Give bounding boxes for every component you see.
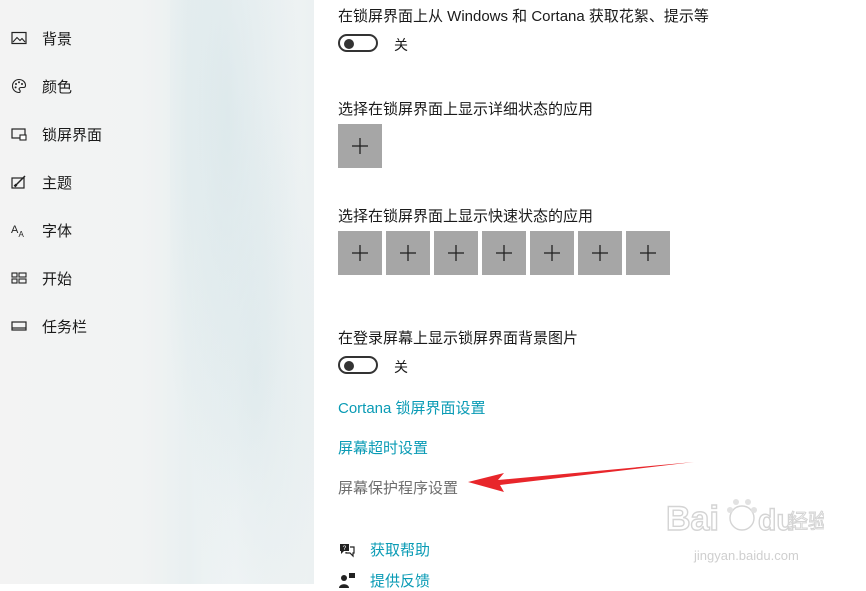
signin-background-heading: 在登录屏幕上显示锁屏界面背景图片 — [338, 330, 579, 347]
cortana-lock-screen-settings-link[interactable]: Cortana 锁屏界面设置 — [338, 397, 486, 418]
sidebar-item-label: 背景 — [42, 30, 73, 48]
sidebar-item-label: 颜色 — [42, 78, 73, 96]
quick-status-add-button-5[interactable] — [530, 231, 574, 275]
image-icon — [10, 29, 28, 47]
toggle-knob — [344, 361, 354, 371]
palette-icon — [10, 77, 28, 95]
toggle-knob — [344, 39, 354, 49]
sidebar: 背景 颜色 锁屏界面 主题 AA 字体 开始 任务栏 — [0, 0, 314, 584]
theme-brush-icon — [10, 173, 28, 191]
sidebar-item-label: 字体 — [42, 222, 73, 240]
plus-icon — [352, 245, 368, 261]
svg-text:?: ? — [343, 545, 347, 552]
plus-icon — [400, 245, 416, 261]
taskbar-icon — [10, 317, 28, 335]
baidu-jingyan-watermark: Bai du 经验 jingyan.baidu.com — [665, 499, 824, 563]
sidebar-item-taskbar[interactable]: 任务栏 — [0, 306, 314, 346]
svg-text:jingyan.baidu.com: jingyan.baidu.com — [693, 548, 799, 563]
plus-icon — [544, 245, 560, 261]
signin-background-toggle[interactable] — [338, 356, 378, 374]
quick-status-add-button-4[interactable] — [482, 231, 526, 275]
plus-icon — [496, 245, 512, 261]
sidebar-item-start[interactable]: 开始 — [0, 258, 314, 298]
feedback-label: 提供反馈 — [370, 573, 431, 590]
cortana-tips-toggle-state: 关 — [394, 37, 408, 53]
quick-status-add-button-7[interactable] — [626, 231, 670, 275]
quick-status-heading: 选择在锁屏界面上显示快速状态的应用 — [338, 208, 594, 225]
svg-text:Bai: Bai — [666, 500, 719, 538]
font-icon: AA — [10, 221, 28, 239]
sidebar-item-fonts[interactable]: AA 字体 — [0, 210, 314, 250]
detailed-status-add-button[interactable] — [338, 124, 382, 168]
sidebar-item-label: 开始 — [42, 270, 73, 288]
svg-text:A: A — [19, 230, 25, 238]
plus-icon — [352, 138, 368, 154]
detailed-status-heading: 选择在锁屏界面上显示详细状态的应用 — [338, 101, 594, 118]
quick-status-add-button-2[interactable] — [386, 231, 430, 275]
plus-icon — [448, 245, 464, 261]
get-help-label: 获取帮助 — [370, 542, 431, 559]
screensaver-settings-link[interactable]: 屏幕保护程序设置 — [338, 477, 458, 498]
sidebar-item-themes[interactable]: 主题 — [0, 162, 314, 202]
help-chat-icon: ? — [340, 543, 355, 557]
quick-status-add-button-3[interactable] — [434, 231, 478, 275]
sidebar-item-background[interactable]: 背景 — [0, 18, 314, 58]
get-help-link[interactable]: ? 获取帮助 — [338, 539, 430, 560]
svg-text:经验: 经验 — [788, 509, 824, 533]
sidebar-item-label: 锁屏界面 — [42, 126, 103, 144]
screen-timeout-settings-link[interactable]: 屏幕超时设置 — [338, 437, 428, 458]
sidebar-item-color[interactable]: 颜色 — [0, 66, 314, 106]
feedback-link[interactable]: 提供反馈 — [338, 570, 430, 591]
cortana-tips-heading: 在锁屏界面上从 Windows 和 Cortana 获取花絮、提示等 — [338, 8, 709, 25]
sidebar-item-label: 任务栏 — [42, 318, 88, 336]
plus-icon — [592, 245, 608, 261]
quick-status-add-button-6[interactable] — [578, 231, 622, 275]
cortana-tips-toggle[interactable] — [338, 34, 378, 52]
plus-icon — [640, 245, 656, 261]
quick-status-add-button-1[interactable] — [338, 231, 382, 275]
start-grid-icon — [10, 269, 28, 287]
signin-background-toggle-state: 关 — [394, 359, 408, 375]
lock-screen-icon — [10, 125, 28, 143]
sidebar-item-label: 主题 — [42, 174, 73, 192]
feedback-person-icon — [339, 572, 355, 588]
sidebar-item-lock-screen[interactable]: 锁屏界面 — [0, 114, 314, 154]
